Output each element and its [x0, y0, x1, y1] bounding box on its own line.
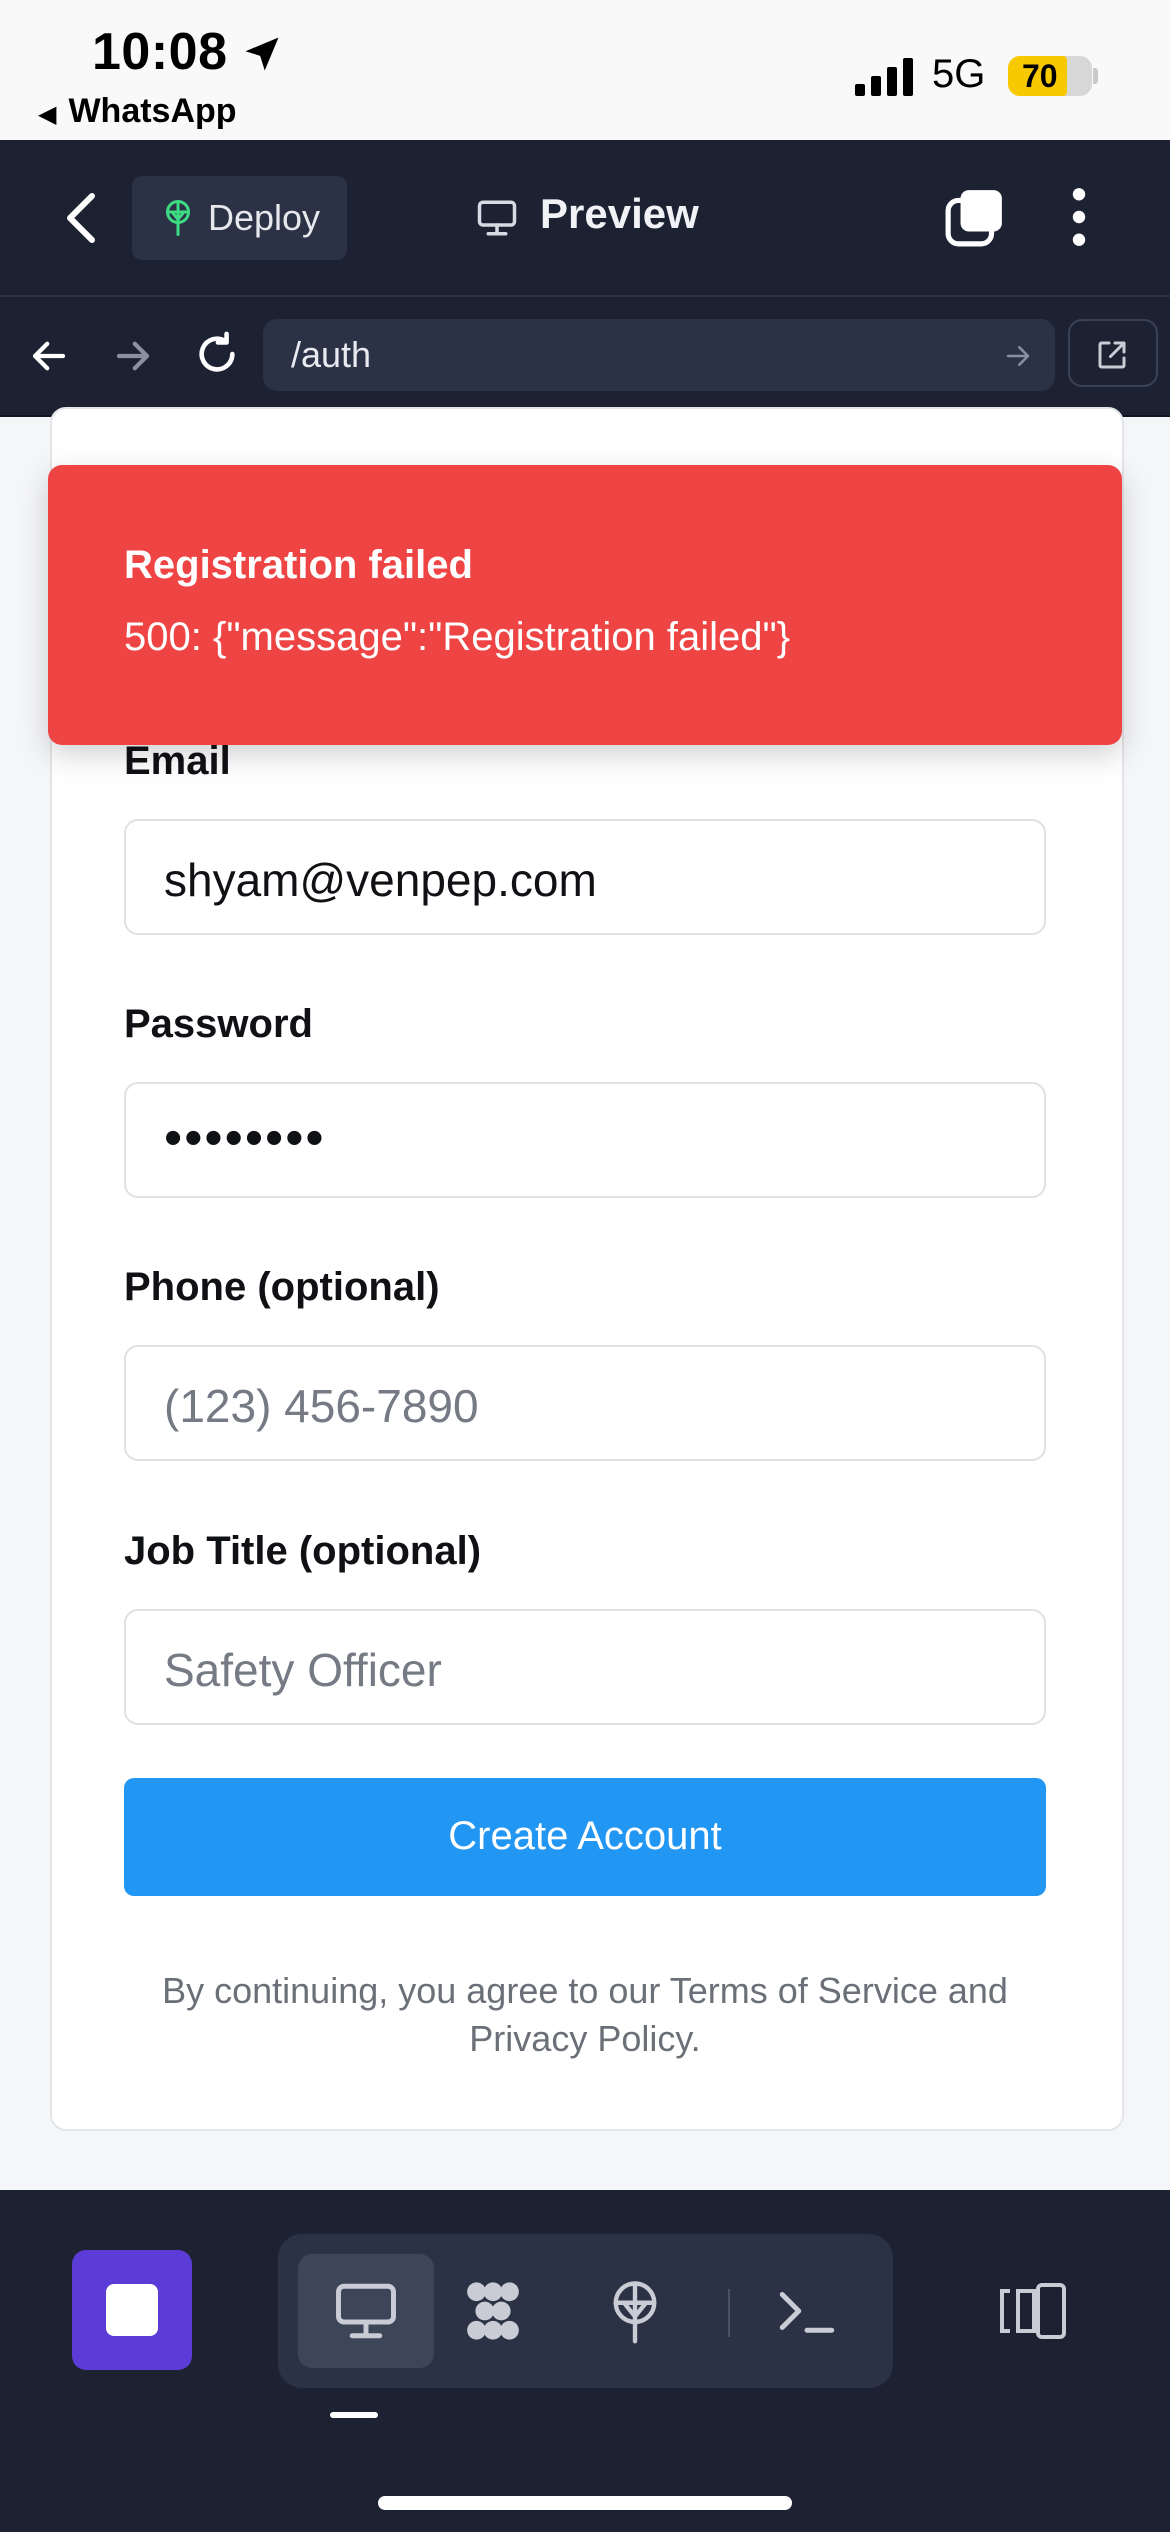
- tabs-icon[interactable]: [944, 186, 1006, 248]
- toast-message: 500: {"message":"Registration failed"}: [124, 615, 791, 659]
- deploy-icon: [166, 200, 190, 236]
- home-indicator[interactable]: [378, 2496, 792, 2510]
- back-to-app-link[interactable]: ◀ WhatsApp: [38, 92, 237, 131]
- password-label: Password: [124, 1002, 313, 1046]
- job-title-label: Job Title (optional): [124, 1529, 482, 1573]
- chevron-left-icon[interactable]: [62, 192, 102, 244]
- go-arrow-icon[interactable]: [1003, 341, 1033, 371]
- tool-monitor-button[interactable]: [298, 2254, 434, 2368]
- url-input[interactable]: /auth: [263, 319, 1055, 391]
- monitor-icon: [477, 200, 517, 236]
- panels-icon[interactable]: [998, 2280, 1070, 2342]
- deploy-label: Deploy: [208, 197, 321, 238]
- email-value: shyam@venpep.com: [164, 854, 597, 906]
- arrow-left-icon[interactable]: [28, 335, 70, 377]
- page-title: Preview: [540, 190, 699, 237]
- bottom-toolbar: [0, 2190, 1170, 2532]
- stop-icon: [106, 2284, 158, 2336]
- web-preview: Email shyam@venpep.com Password ••••••••…: [0, 407, 1170, 2190]
- app-header: Deploy Preview: [0, 140, 1170, 297]
- network-type: 5G: [932, 52, 986, 96]
- deploy-icon[interactable]: [602, 2278, 668, 2344]
- job-title-field[interactable]: Safety Officer: [124, 1609, 1046, 1725]
- error-toast[interactable]: Registration failed 500: {"message":"Reg…: [48, 465, 1122, 745]
- monitor-icon: [336, 2283, 396, 2339]
- integrations-icon[interactable]: [460, 2278, 526, 2344]
- deploy-button[interactable]: Deploy: [132, 176, 347, 260]
- email-label: Email: [124, 739, 231, 783]
- arrow-right-icon[interactable]: [112, 335, 154, 377]
- phone-placeholder: (123) 456-7890: [164, 1380, 479, 1432]
- battery-percent: 70: [1022, 58, 1058, 94]
- password-field[interactable]: ••••••••: [124, 1082, 1046, 1198]
- cellular-signal-icon: [855, 58, 913, 96]
- tool-separator: [728, 2289, 730, 2337]
- active-tool-indicator: [330, 2412, 378, 2418]
- location-arrow-icon: [245, 37, 279, 71]
- create-account-label: Create Account: [448, 1814, 722, 1858]
- tool-switcher: [278, 2234, 893, 2388]
- toast-title: Registration failed: [124, 543, 473, 587]
- battery-icon: 70: [1008, 56, 1092, 96]
- legal-notice: By continuing, you agree to our Terms of…: [162, 1970, 1008, 2059]
- clock: 10:08: [92, 23, 228, 81]
- browser-url-bar: /auth: [0, 297, 1170, 417]
- url-text: /auth: [291, 334, 372, 375]
- battery-tip: [1093, 68, 1098, 84]
- open-external-button[interactable]: [1068, 319, 1170, 391]
- create-account-button[interactable]: Create Account: [124, 1778, 1046, 1896]
- more-vertical-icon[interactable]: [1064, 186, 1094, 248]
- job-title-placeholder: Safety Officer: [164, 1644, 442, 1696]
- phone-field[interactable]: (123) 456-7890: [124, 1345, 1046, 1461]
- email-field[interactable]: shyam@venpep.com: [124, 819, 1046, 935]
- back-triangle-icon: ◀: [38, 101, 57, 128]
- reload-icon[interactable]: [194, 331, 240, 377]
- password-value: ••••••••: [164, 1109, 326, 1167]
- external-link-icon: [1098, 341, 1126, 369]
- terminal-icon[interactable]: [774, 2278, 840, 2344]
- back-app-label: WhatsApp: [68, 92, 237, 130]
- phone-label: Phone (optional): [124, 1265, 440, 1309]
- stop-button[interactable]: [72, 2250, 192, 2370]
- status-bar: 10:08 ◀ WhatsApp 5G 70: [0, 0, 1170, 140]
